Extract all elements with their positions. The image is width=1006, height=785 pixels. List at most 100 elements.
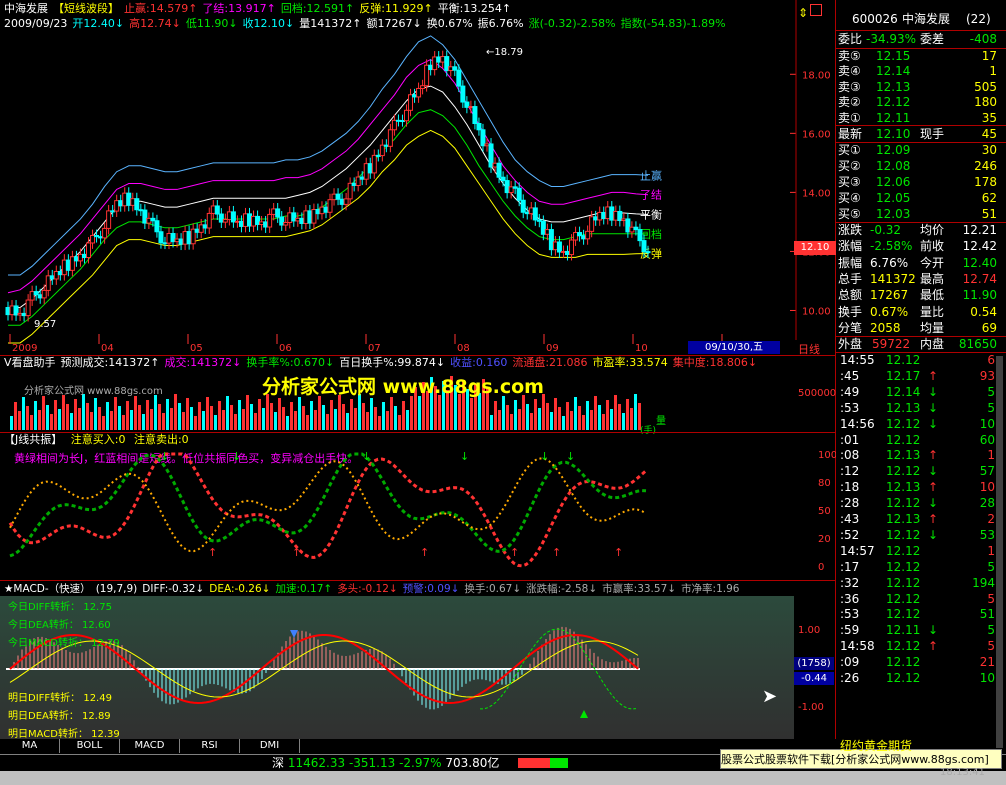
candle-body (190, 228, 196, 245)
volume-bar (334, 409, 337, 430)
quote-header: 600026 中海发展 (22) (836, 11, 1003, 28)
weibi-row: 委比 -34.93% 委差 -408 (836, 31, 1003, 48)
candle-body (150, 217, 156, 222)
candle-body (633, 226, 639, 231)
volume-bar (98, 407, 101, 430)
volume-bar (242, 409, 245, 430)
tick-time: :09 (840, 655, 860, 670)
candle-body (315, 209, 321, 215)
candle-body (540, 220, 546, 235)
volume-bar (586, 401, 589, 430)
price-x-label-0: 2009 (12, 343, 37, 354)
tick-volume: 28 (979, 496, 995, 511)
tick-price: 12.12 (886, 416, 921, 431)
volume-bar (134, 396, 137, 430)
candle-body (238, 220, 244, 227)
tick-row-20: :26 12.12 10 (836, 670, 1003, 687)
tick-price: 12.12 (886, 671, 921, 685)
tab-boll[interactable]: BOLL (60, 739, 120, 753)
volume-bar (558, 407, 561, 430)
tab-rsi[interactable]: RSI (180, 739, 240, 753)
candle-body (492, 162, 498, 168)
tab-ma[interactable]: MA (0, 739, 60, 753)
candle-body (351, 182, 357, 186)
signal-arrow-icon: ↑ (208, 546, 217, 559)
candle-body (395, 119, 401, 122)
candle-body (41, 289, 47, 299)
volume-bar (350, 399, 353, 430)
quote-name: 中海发展 (902, 12, 951, 26)
macd-chart[interactable] (0, 596, 836, 739)
candle-body (174, 238, 180, 243)
candle-body (299, 217, 305, 224)
stat-label: 总额 (838, 288, 863, 303)
band-label-2: 平衡 (640, 209, 662, 222)
stat-value2: 69 (981, 320, 997, 335)
stat-value: 6.76% (870, 255, 909, 270)
tick-volume: 5 (987, 559, 995, 574)
tick-row-16: :53 12.12 51 (836, 606, 1003, 623)
volume-bar (142, 414, 145, 430)
jline-buy-label: 注意买入 (70, 433, 115, 446)
tick-volume: 2 (987, 512, 995, 526)
price-x-label-6: 09 (546, 343, 559, 354)
volume-title: V看盘助手 (4, 356, 56, 369)
candle-body (98, 236, 104, 239)
candle-body (573, 232, 579, 241)
tick-arrow: ↓ (928, 527, 939, 542)
chart-area[interactable]: 中海发展 【短线波段】 止赢:14.579↑ 了结:13.917↑ 回档:12.591↑… (0, 0, 836, 766)
price-chart[interactable]: 止赢了结平衡回档反弹 18.0016.0014.0012.0010.00←18.… (0, 0, 836, 355)
stat-label2: 量比 (920, 304, 945, 319)
volume-bar (38, 410, 41, 430)
volume-bar (262, 408, 265, 430)
candle-body (234, 220, 240, 223)
candle-body (520, 199, 526, 213)
candle-body (444, 56, 450, 72)
tab-macd[interactable]: MACD (120, 739, 180, 753)
tab-dmi[interactable]: DMI (240, 739, 300, 753)
volume-bar (306, 415, 309, 430)
volume-bar (602, 414, 605, 430)
restore-icon[interactable] (810, 4, 822, 16)
candle-body (387, 129, 393, 147)
tick-arrow: ↓ (928, 384, 939, 399)
tick-price: 12.13 (886, 512, 921, 526)
candle-body (162, 242, 168, 245)
macd-item-1: DEA:-0.26↓ (209, 583, 271, 595)
jline-chart[interactable]: 100 80 50 20 0 ↓ ↑ ↓ ↑ ↓ ↑ ↓ ↑ ↓ ↑ ↓ ↑ (0, 446, 836, 579)
price-y-label-2: 14.00 (802, 188, 831, 199)
today-turn-2: 今日MACD转折： 12.79 (8, 638, 120, 649)
bid-row-0: 买① 12.09 30 (836, 142, 1003, 159)
candle-body (359, 176, 365, 180)
vol-item-5: 流通盘:21.086 (512, 356, 588, 369)
pin-icon[interactable]: ⇕ (798, 6, 808, 20)
candle-body (146, 217, 152, 224)
vol-item-7: 集中度:18.806↓ (672, 356, 758, 369)
tick-volume: 60 (979, 432, 995, 447)
volume-bar (510, 414, 513, 430)
tomorrow-turns: 明日DIFF转折： 12.49 明日DEA转折： 12.89 明日MACD转折： 1… (8, 689, 120, 743)
tick-volume: 10 (979, 480, 995, 495)
candle-body (271, 208, 277, 215)
candle-body (593, 216, 599, 221)
ticker-text: 纽约黄金期货 (840, 739, 913, 753)
signal-arrow-icon: ↓ (460, 450, 469, 463)
volume-bar (470, 398, 473, 430)
tick-row-4: 14:56 12.12 ↓ 10 (836, 416, 1003, 433)
volume-bar (606, 400, 609, 430)
volume-bar (386, 411, 389, 430)
tick-time: :52 (840, 527, 860, 542)
stat-value2: 12.74 (962, 271, 997, 286)
jline-buy-value: :0 (114, 433, 126, 446)
volume-bar (406, 410, 409, 430)
candle-body (307, 210, 313, 224)
candle-body (154, 220, 160, 233)
stat-value: 0.67% (870, 304, 909, 319)
candle-body (247, 213, 253, 227)
weicha-label: 委差 (920, 32, 945, 46)
j-y-label-1: 80 (818, 478, 831, 489)
tick-time: :26 (840, 671, 860, 685)
bid-volume: 30 (981, 143, 997, 157)
stat-label: 涨跌 (838, 223, 863, 237)
volume-bar (290, 402, 293, 430)
